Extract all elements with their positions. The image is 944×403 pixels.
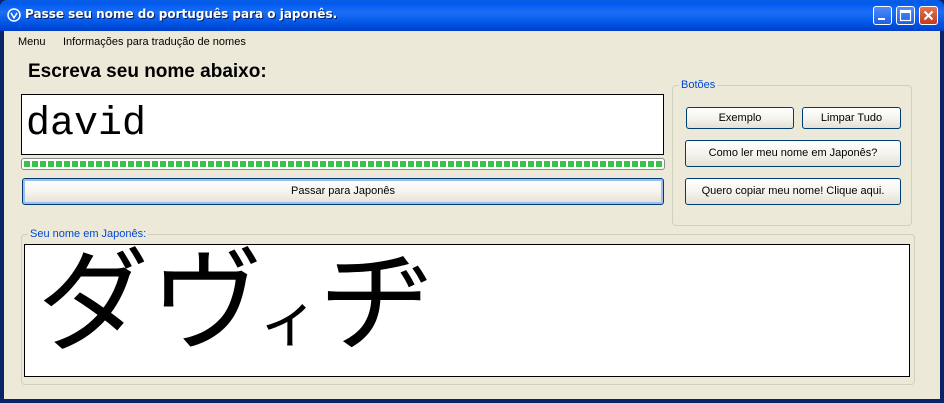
copy-name-button[interactable]: Quero copiar meu nome! Clique aqui. bbox=[685, 178, 901, 205]
page-title: Escreva seu nome abaixo: bbox=[28, 61, 267, 82]
progress-bar bbox=[21, 158, 665, 170]
minimize-button[interactable] bbox=[873, 6, 892, 25]
katakana-main-1: ダヴ bbox=[37, 244, 265, 368]
katakana-main-2: ヂ bbox=[321, 244, 435, 368]
menu-item-menu[interactable]: Menu bbox=[11, 31, 53, 53]
minimize-icon bbox=[878, 18, 885, 20]
window-title: Passe seu nome do português para o japon… bbox=[25, 7, 338, 21]
progress-fill bbox=[24, 161, 662, 167]
convert-button[interactable]: Passar para Japonês bbox=[22, 178, 664, 205]
app-window: Passe seu nome do português para o japon… bbox=[0, 0, 944, 403]
name-input[interactable] bbox=[26, 97, 656, 151]
menu-bar: Menu Informações para tradução de nomes bbox=[4, 31, 940, 53]
buttons-group-label: Botões bbox=[679, 79, 718, 91]
output-group-label: Seu nome em Japonês: bbox=[28, 228, 149, 240]
katakana-small: ィ bbox=[259, 286, 321, 356]
maximize-button[interactable] bbox=[896, 6, 915, 25]
japanese-name-output: ダヴィヂ bbox=[24, 244, 910, 377]
katakana-text: ダヴィヂ bbox=[37, 244, 435, 376]
app-icon bbox=[6, 7, 22, 23]
close-button[interactable] bbox=[919, 6, 938, 25]
close-icon bbox=[923, 10, 934, 21]
title-bar[interactable]: Passe seu nome do português para o japon… bbox=[0, 0, 944, 31]
clear-all-button[interactable]: Limpar Tudo bbox=[802, 107, 901, 129]
menu-item-info[interactable]: Informações para tradução de nomes bbox=[56, 31, 253, 53]
client-area: Menu Informações para tradução de nomes … bbox=[4, 31, 940, 399]
name-input-box[interactable] bbox=[21, 94, 664, 155]
example-button[interactable]: Exemplo bbox=[686, 107, 794, 129]
maximize-icon bbox=[899, 9, 912, 22]
how-to-read-button[interactable]: Como ler meu nome em Japonês? bbox=[685, 140, 901, 167]
